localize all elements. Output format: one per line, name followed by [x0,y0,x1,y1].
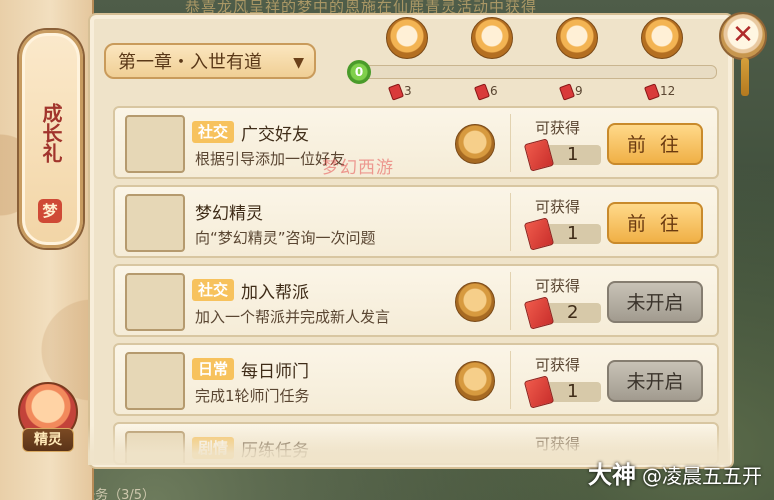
watermark-text: 梦幻西游 [322,158,394,178]
divider [510,114,511,172]
chapter-progress-bar [355,65,717,79]
milestone-count-2: 6 [473,82,498,101]
milestone-count-4: 12 [643,82,676,101]
red-envelope-icon [523,217,555,251]
reward-label: 可获得 [535,198,581,216]
red-envelope-icon [523,138,555,172]
red-envelope-icon [473,82,491,101]
task-row: 社交 广交好友 根据引导添加一位好友 梦幻西游 可获得 1 前 往 [113,106,719,179]
task-category-tag: 社交 [192,279,235,301]
milestone-count-value: 12 [660,84,676,98]
milestone-count-value: 9 [575,84,583,98]
pet-reward-icon [471,17,513,59]
spirit-button-label: 精灵 [22,428,74,452]
milestone-reward-3[interactable] [556,17,598,59]
growth-gift-tab[interactable]: 成长礼 梦 [19,30,83,248]
reward-label: 可获得 [535,277,581,295]
side-panel: 成长礼 梦 精灵 [0,0,94,500]
task-title: 加入帮派 [241,283,309,303]
reward-count: 2 [567,302,579,323]
reward-label: 可获得 [535,356,581,374]
milestone-count-3: 9 [558,82,583,101]
red-envelope-icon [523,296,555,330]
reward-amount: 1 [523,217,603,251]
bamboo-hat-icon [125,115,185,173]
go-button[interactable]: 前 往 [607,123,703,165]
chapter-dropdown[interactable]: 第一章・入世有道 ▼ [104,43,316,79]
locked-sect-icon [125,352,185,410]
red-envelope-icon [523,375,555,409]
spirit-portrait-icon [125,194,185,252]
brand-logo: 大神 [588,461,636,489]
task-book-icon[interactable] [455,282,495,322]
reward-amount: 2 [523,296,603,330]
reward-label: 可获得 [535,119,581,137]
task-description: 加入一个帮派并完成新人发言 [195,308,391,326]
reward-count: 1 [567,144,579,165]
red-envelope-icon [558,82,576,101]
task-title: 广交好友 [241,125,309,145]
divider [510,193,511,251]
task-book-icon[interactable] [455,124,495,164]
task-category-tag: 社交 [192,121,235,143]
tassel-decoration [741,58,749,96]
dream-seal-icon: 梦 [38,199,62,223]
beast-reward-icon [556,17,598,59]
not-open-button[interactable]: 未开启 [607,281,703,323]
gift-chest-icon [386,17,428,59]
brand-watermark: 大神 @凌晨五五开 [588,455,762,490]
task-description: 向“梦幻精灵”咨询一次问题 [195,229,376,247]
not-open-button[interactable]: 未开启 [607,360,703,402]
task-title: 每日师门 [241,362,309,382]
milestone-count-value: 6 [490,84,498,98]
task-title: 梦幻精灵 [195,204,263,224]
reward-amount: 1 [523,375,603,409]
close-button[interactable]: ✕ [719,12,767,60]
locked-guild-icon [125,273,185,331]
milestone-reward-1[interactable] [386,17,428,59]
divider [510,351,511,409]
task-book-icon[interactable] [455,361,495,401]
milestone-reward-2[interactable] [471,17,513,59]
task-row: 社交 加入帮派 加入一个帮派并完成新人发言 可获得 2 未开启 [113,264,719,337]
divider [510,272,511,330]
reward-label: 可获得 [535,435,581,453]
locked-trial-icon [125,431,185,463]
go-button[interactable]: 前 往 [607,202,703,244]
growth-gift-tab-label: 成长礼 [39,103,63,163]
chapter-dropdown-value: 第一章・入世有道 [118,52,262,73]
reward-amount: 1 [523,138,603,172]
reward-count: 1 [567,381,579,402]
system-broadcast-text: 恭喜龙风呈祥的梦中的恩施在仙鹿青灵活动中获得 [185,0,538,14]
task-title: 历练任务 [241,441,309,461]
treasure-chest-icon [641,17,683,59]
task-row: 梦幻精灵 向“梦幻精灵”咨询一次问题 可获得 1 前 往 [113,185,719,258]
milestone-reward-4[interactable] [641,17,683,59]
brand-text: @凌晨五五开 [642,464,762,488]
task-row: 日常 每日师门 完成1轮师门任务 可获得 1 未开启 [113,343,719,416]
task-category-tag: 剧情 [192,437,235,459]
spirit-button[interactable]: 精灵 [18,382,78,452]
chevron-down-icon: ▼ [293,55,304,71]
reward-count: 1 [567,223,579,244]
milestone-count-1: 3 [387,82,412,101]
progress-value: 0 [347,60,371,84]
task-description: 完成1轮师门任务 [195,387,310,405]
red-envelope-icon [643,82,661,101]
red-envelope-icon [387,82,405,101]
task-category-tag: 日常 [192,358,235,380]
milestone-count-value: 3 [404,84,412,98]
